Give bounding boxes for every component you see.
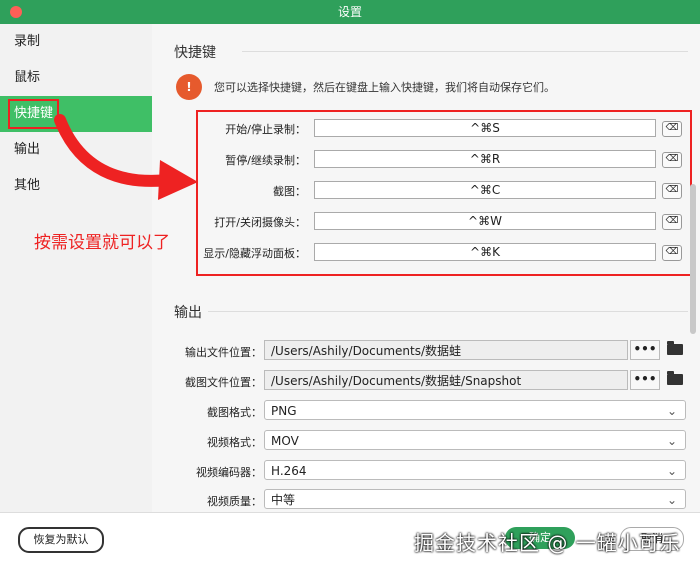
video-format-row: 视频格式： MOV ⌄ xyxy=(152,428,700,454)
section-title-shortcuts: 快捷键 xyxy=(174,45,216,61)
sidebar-item-record[interactable]: 录制 xyxy=(0,24,152,60)
shortcut-label: 截图： xyxy=(273,185,306,198)
close-window-icon[interactable] xyxy=(10,6,22,18)
sidebar: 录制 鼠标 快捷键 输出 其他 xyxy=(0,24,153,512)
shortcut-label: 显示/隐藏浮动面板： xyxy=(203,247,306,260)
shortcut-row: 暂停/继续录制： ^⌘R ⌫ xyxy=(198,147,690,171)
video-quality-label: 视频质量： xyxy=(207,495,262,508)
shortcut-label: 暂停/继续录制： xyxy=(225,154,306,167)
screenshot-format-row: 截图格式： PNG ⌄ xyxy=(152,398,700,424)
shortcut-row: 显示/隐藏浮动面板： ^⌘K ⌫ xyxy=(198,240,690,264)
chevron-down-icon: ⌄ xyxy=(666,493,677,507)
shortcut-row: 开始/停止录制： ^⌘S ⌫ xyxy=(198,116,690,140)
warning-icon: ! xyxy=(176,74,202,100)
footer: 恢复为默认 确定 取消 掘金技术社区 @ 一罐小可乐 xyxy=(0,512,700,566)
chevron-down-icon: ⌄ xyxy=(666,464,677,478)
video-quality-row: 视频质量： 中等 ⌄ xyxy=(152,487,700,513)
screenshot-path-label: 截图文件位置： xyxy=(185,376,262,389)
video-format-select[interactable]: MOV ⌄ xyxy=(264,430,686,450)
shortcut-input[interactable]: ^⌘C xyxy=(314,181,656,199)
video-encoder-label: 视频编码器： xyxy=(196,466,262,479)
shortcut-list: 开始/停止录制： ^⌘S ⌫ 暂停/继续录制： ^⌘R ⌫ 截图： ^⌘C ⌫ … xyxy=(196,110,692,276)
output-path-label: 输出文件位置： xyxy=(185,346,262,359)
shortcut-label: 打开/关闭摄像头： xyxy=(214,216,306,229)
sidebar-item-label: 录制 xyxy=(14,34,41,49)
screenshot-format-select[interactable]: PNG ⌄ xyxy=(264,400,686,420)
watermark: 掘金技术社区 @ 一罐小可乐 xyxy=(414,531,681,555)
shortcut-input[interactable]: ^⌘S xyxy=(314,119,656,137)
screenshot-format-label: 截图格式： xyxy=(207,406,262,419)
reset-default-button[interactable]: 恢复为默认 xyxy=(18,527,104,553)
sidebar-item-other[interactable]: 其他 xyxy=(0,168,152,204)
screenshot-path-field: /Users/Ashily/Documents/数据蛙/Snapshot xyxy=(264,370,628,390)
clear-icon[interactable]: ⌫ xyxy=(662,152,682,168)
clear-icon[interactable]: ⌫ xyxy=(662,214,682,230)
sidebar-item-label: 输出 xyxy=(14,142,41,157)
shortcut-hint: 您可以选择快捷键，然后在键盘上输入快捷键，我们将自动保存它们。 xyxy=(214,81,555,94)
select-value: MOV xyxy=(271,434,299,448)
shortcut-input[interactable]: ^⌘W xyxy=(314,212,656,230)
select-value: PNG xyxy=(271,404,297,418)
video-format-label: 视频格式： xyxy=(207,436,262,449)
window-title: 设置 xyxy=(337,5,362,19)
clear-icon[interactable]: ⌫ xyxy=(662,121,682,137)
sidebar-item-label: 快捷键 xyxy=(8,99,60,129)
chevron-down-icon: ⌄ xyxy=(666,404,677,418)
sidebar-item-mouse[interactable]: 鼠标 xyxy=(0,60,152,96)
select-value: H.264 xyxy=(271,464,307,478)
shortcut-input[interactable]: ^⌘R xyxy=(314,150,656,168)
video-encoder-row: 视频编码器： H.264 ⌄ xyxy=(152,458,700,484)
sidebar-item-label: 鼠标 xyxy=(14,70,41,85)
video-quality-select[interactable]: 中等 ⌄ xyxy=(264,489,686,509)
sidebar-item-shortcuts[interactable]: 快捷键 xyxy=(0,96,152,132)
shortcut-input[interactable]: ^⌘K xyxy=(314,243,656,261)
more-button[interactable]: ••• xyxy=(630,370,660,390)
clear-icon[interactable]: ⌫ xyxy=(662,245,682,261)
chevron-down-icon: ⌄ xyxy=(666,434,677,448)
output-path-row: 输出文件位置： /Users/Ashily/Documents/数据蛙 ••• xyxy=(152,338,700,364)
annotation-text: 按需设置就可以了 xyxy=(34,233,170,253)
clear-icon[interactable]: ⌫ xyxy=(662,183,682,199)
video-encoder-select[interactable]: H.264 ⌄ xyxy=(264,460,686,480)
scrollbar[interactable] xyxy=(690,184,696,334)
screenshot-path-row: 截图文件位置： /Users/Ashily/Documents/数据蛙/Snap… xyxy=(152,368,700,394)
select-value: 中等 xyxy=(271,493,296,507)
folder-icon[interactable] xyxy=(667,371,683,385)
title-bar: 设置 xyxy=(0,0,700,24)
sidebar-item-label: 其他 xyxy=(14,178,41,193)
folder-icon[interactable] xyxy=(667,341,683,355)
shortcut-row: 截图： ^⌘C ⌫ xyxy=(198,178,690,202)
divider xyxy=(242,51,688,52)
sidebar-item-output[interactable]: 输出 xyxy=(0,132,152,168)
divider xyxy=(208,311,688,312)
shortcut-row: 打开/关闭摄像头： ^⌘W ⌫ xyxy=(198,209,690,233)
settings-panel: 快捷键 ! 您可以选择快捷键，然后在键盘上输入快捷键，我们将自动保存它们。 开始… xyxy=(152,24,700,512)
section-title-output: 输出 xyxy=(174,305,202,321)
more-button[interactable]: ••• xyxy=(630,340,660,360)
output-path-field: /Users/Ashily/Documents/数据蛙 xyxy=(264,340,628,360)
shortcut-label: 开始/停止录制： xyxy=(225,123,306,136)
